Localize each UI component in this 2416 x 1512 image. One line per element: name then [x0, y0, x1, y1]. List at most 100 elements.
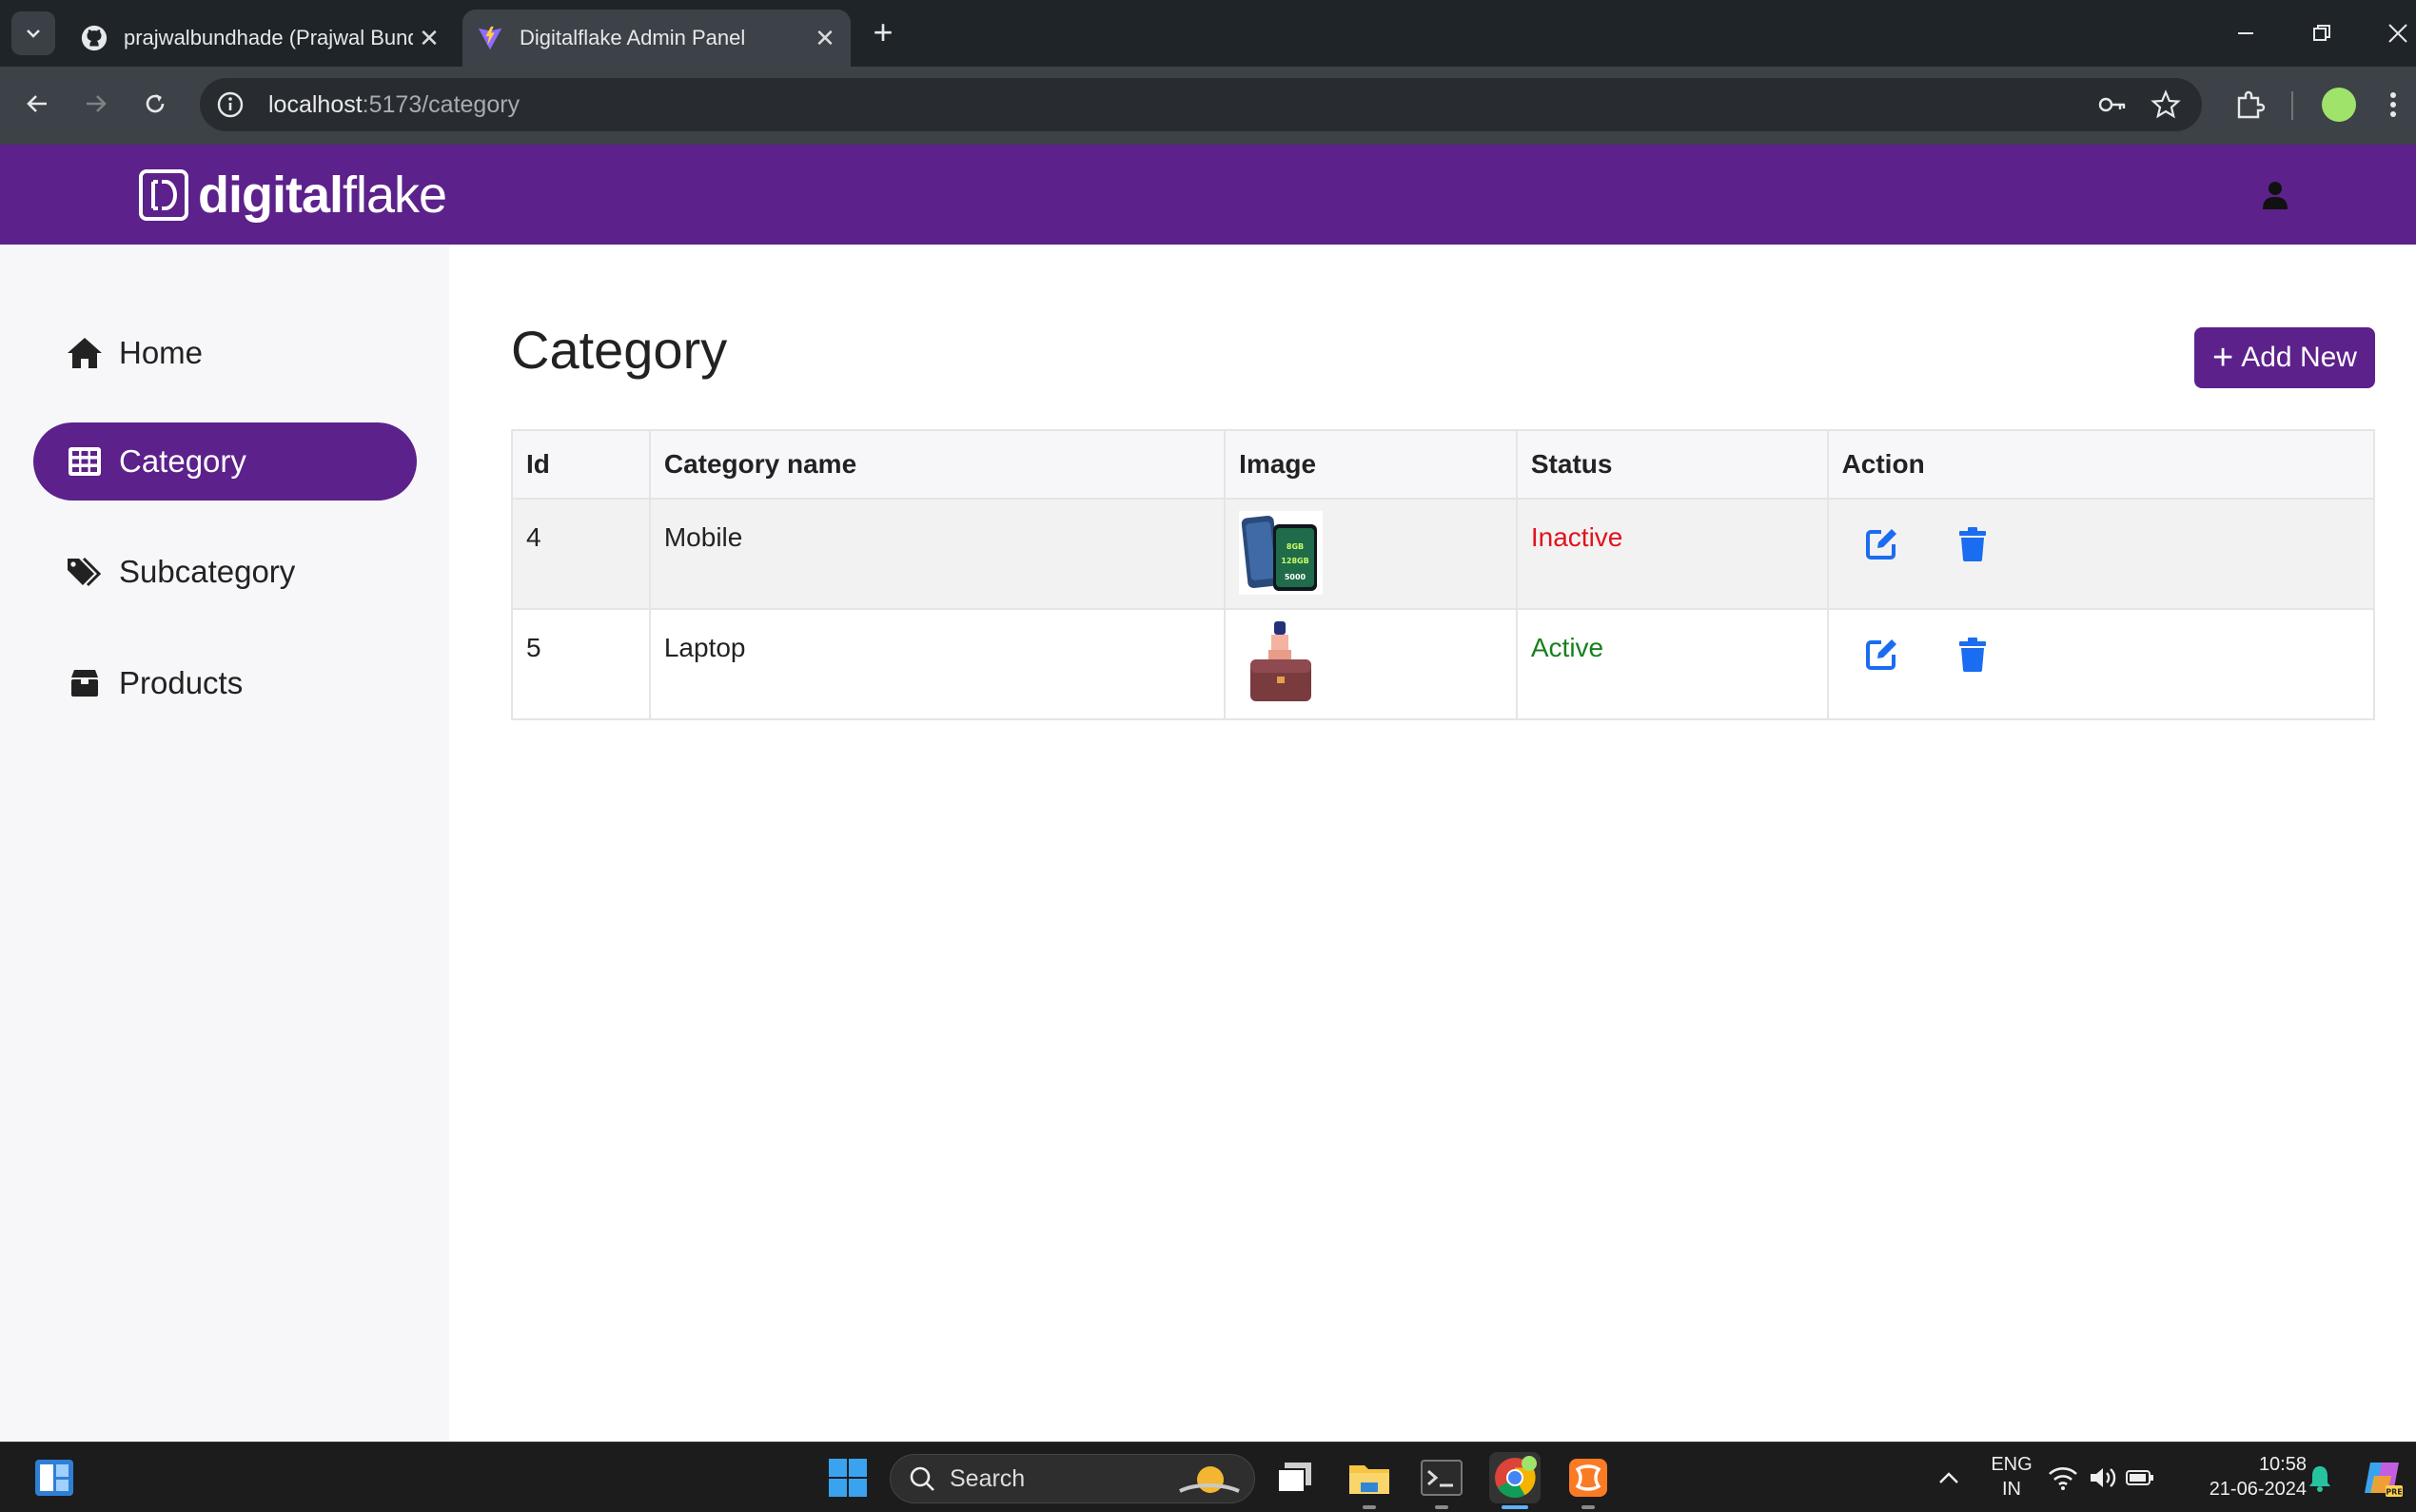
arrow-right-icon — [87, 95, 107, 112]
trash-icon[interactable] — [1953, 524, 1993, 564]
extensions-icon[interactable] — [2229, 84, 2270, 126]
cell-actions — [1826, 608, 2376, 720]
url-text: localhost:5173/category — [268, 91, 520, 119]
grid-icon — [66, 442, 104, 481]
new-tab-button[interactable]: + — [864, 12, 902, 51]
browser-toolbar: localhost:5173/category — [0, 67, 2416, 145]
sidebar-item-subcategory[interactable]: Subcategory — [33, 533, 417, 611]
browser-menu-icon[interactable] — [2379, 84, 2407, 126]
language-code: ENG — [1991, 1454, 2033, 1475]
address-bar[interactable]: localhost:5173/category — [200, 78, 2202, 131]
table-row: 5 Laptop Active — [511, 608, 2376, 720]
column-header-status[interactable]: Status — [1515, 429, 1829, 500]
clock-date: 21-06-2024 — [2209, 1479, 2307, 1500]
search-highlight-icon — [1179, 1466, 1240, 1493]
forward-button[interactable] — [74, 82, 118, 126]
clock-time: 10:58 — [2258, 1454, 2307, 1475]
toolbar-divider — [2291, 91, 2293, 120]
password-key-icon[interactable] — [2095, 88, 2130, 122]
laptop-bag-thumbnail — [1250, 621, 1312, 701]
chrome-icon[interactable] — [1489, 1452, 1541, 1503]
sidebar-item-label: Home — [119, 335, 204, 370]
edit-icon[interactable] — [1861, 635, 1901, 675]
close-tab-icon[interactable]: ✕ — [413, 22, 445, 54]
svg-text:128GB: 128GB — [1281, 557, 1308, 565]
close-tab-icon[interactable]: ✕ — [809, 22, 841, 54]
app-active-indicator — [1502, 1505, 1528, 1509]
column-header-category-name[interactable]: Category name — [648, 429, 1227, 500]
home-icon — [66, 334, 104, 372]
column-header-image: Image — [1224, 429, 1518, 500]
input-language-indicator[interactable]: ENG IN — [1983, 1452, 2040, 1502]
tags-icon — [66, 553, 104, 591]
clock[interactable]: 10:58 21-06-2024 — [2185, 1452, 2307, 1502]
cell-id: 4 — [511, 498, 651, 610]
reload-button[interactable] — [133, 82, 177, 126]
cell-status: Inactive — [1515, 498, 1829, 610]
minimize-window-button[interactable] — [2217, 10, 2274, 57]
url-path: :5173/category — [362, 90, 521, 118]
cell-category-name: Laptop — [648, 608, 1227, 720]
column-header-action: Action — [1826, 429, 2376, 500]
sidebar-item-label: Subcategory — [119, 554, 296, 589]
region-code: IN — [2002, 1479, 2021, 1500]
add-new-button[interactable]: + Add New — [2194, 327, 2375, 388]
trash-icon[interactable] — [1953, 635, 1993, 675]
notification-bell-icon[interactable] — [2299, 1452, 2341, 1503]
sidebar: Home Category Subcategory Products — [0, 245, 449, 1442]
svg-text:5000: 5000 — [1285, 573, 1306, 581]
back-button[interactable] — [15, 82, 59, 126]
file-explorer-icon[interactable] — [1344, 1452, 1395, 1503]
tab-title: Digitalflake Admin Panel — [520, 26, 746, 49]
sidebar-item-home[interactable]: Home — [33, 314, 417, 392]
wifi-icon — [2049, 1467, 2077, 1490]
os-taskbar: Search ENG IN 10:58 21-06-2024 PRE — [0, 1442, 2416, 1512]
battery-icon — [2126, 1470, 2153, 1485]
tab-search-button[interactable] — [11, 11, 55, 55]
terminal-icon[interactable] — [1416, 1452, 1467, 1503]
bookmark-star-icon[interactable] — [2149, 88, 2183, 122]
restore-icon — [2313, 25, 2330, 41]
add-new-label: Add New — [2241, 342, 2357, 373]
quick-settings-button[interactable] — [2044, 1452, 2158, 1503]
plus-icon: + — [2212, 338, 2234, 378]
volume-icon — [2091, 1468, 2116, 1487]
url-host: localhost — [268, 90, 363, 118]
svg-text:8GB: 8GB — [1287, 542, 1304, 551]
sidebar-item-category[interactable]: Category — [33, 422, 417, 501]
taskbar-search-placeholder: Search — [950, 1464, 1026, 1492]
column-header-id[interactable]: Id — [511, 429, 651, 500]
copilot-icon[interactable]: PRE — [2356, 1452, 2407, 1503]
taskbar-search[interactable]: Search — [890, 1454, 1255, 1503]
close-window-button[interactable] — [2369, 10, 2416, 57]
close-icon — [2388, 24, 2407, 43]
show-hidden-icons-button[interactable] — [1922, 1452, 1975, 1503]
app-running-indicator — [1581, 1505, 1595, 1509]
logo-mark-icon — [139, 169, 188, 221]
profile-avatar[interactable] — [2318, 84, 2360, 126]
tab-title: prajwalbundhade (Prajwal Bundhade) — [124, 26, 413, 49]
page-title: Category — [511, 320, 728, 380]
category-table: Id Category name Image Status Action 4 M… — [511, 429, 2376, 720]
chevron-up-icon — [1939, 1472, 1958, 1483]
browser-tab-github[interactable]: prajwalbundhade (Prajwal Bundhade) ✕ — [67, 10, 455, 67]
box-icon — [66, 664, 104, 702]
restore-window-button[interactable] — [2293, 10, 2350, 57]
site-info-icon[interactable] — [213, 88, 247, 122]
edit-icon[interactable] — [1861, 524, 1901, 564]
widgets-icon[interactable] — [29, 1452, 80, 1503]
task-view-icon[interactable] — [1269, 1452, 1321, 1503]
svg-text:PRE: PRE — [2386, 1488, 2403, 1497]
user-account-button[interactable] — [2253, 173, 2297, 217]
cell-category-name: Mobile — [648, 498, 1227, 610]
digitalflake-logo[interactable]: digitalflake — [139, 166, 447, 225]
browser-tab-admin-panel[interactable]: Digitalflake Admin Panel ✕ — [462, 10, 851, 67]
minimize-icon — [2238, 32, 2253, 34]
sidebar-item-products[interactable]: Products — [33, 644, 417, 722]
start-menu-icon[interactable] — [822, 1452, 874, 1503]
xampp-icon[interactable] — [1562, 1452, 1614, 1503]
user-icon — [2263, 182, 2288, 209]
vite-icon — [478, 26, 502, 50]
search-icon — [908, 1464, 936, 1493]
app-header: digitalflake — [0, 145, 2416, 245]
